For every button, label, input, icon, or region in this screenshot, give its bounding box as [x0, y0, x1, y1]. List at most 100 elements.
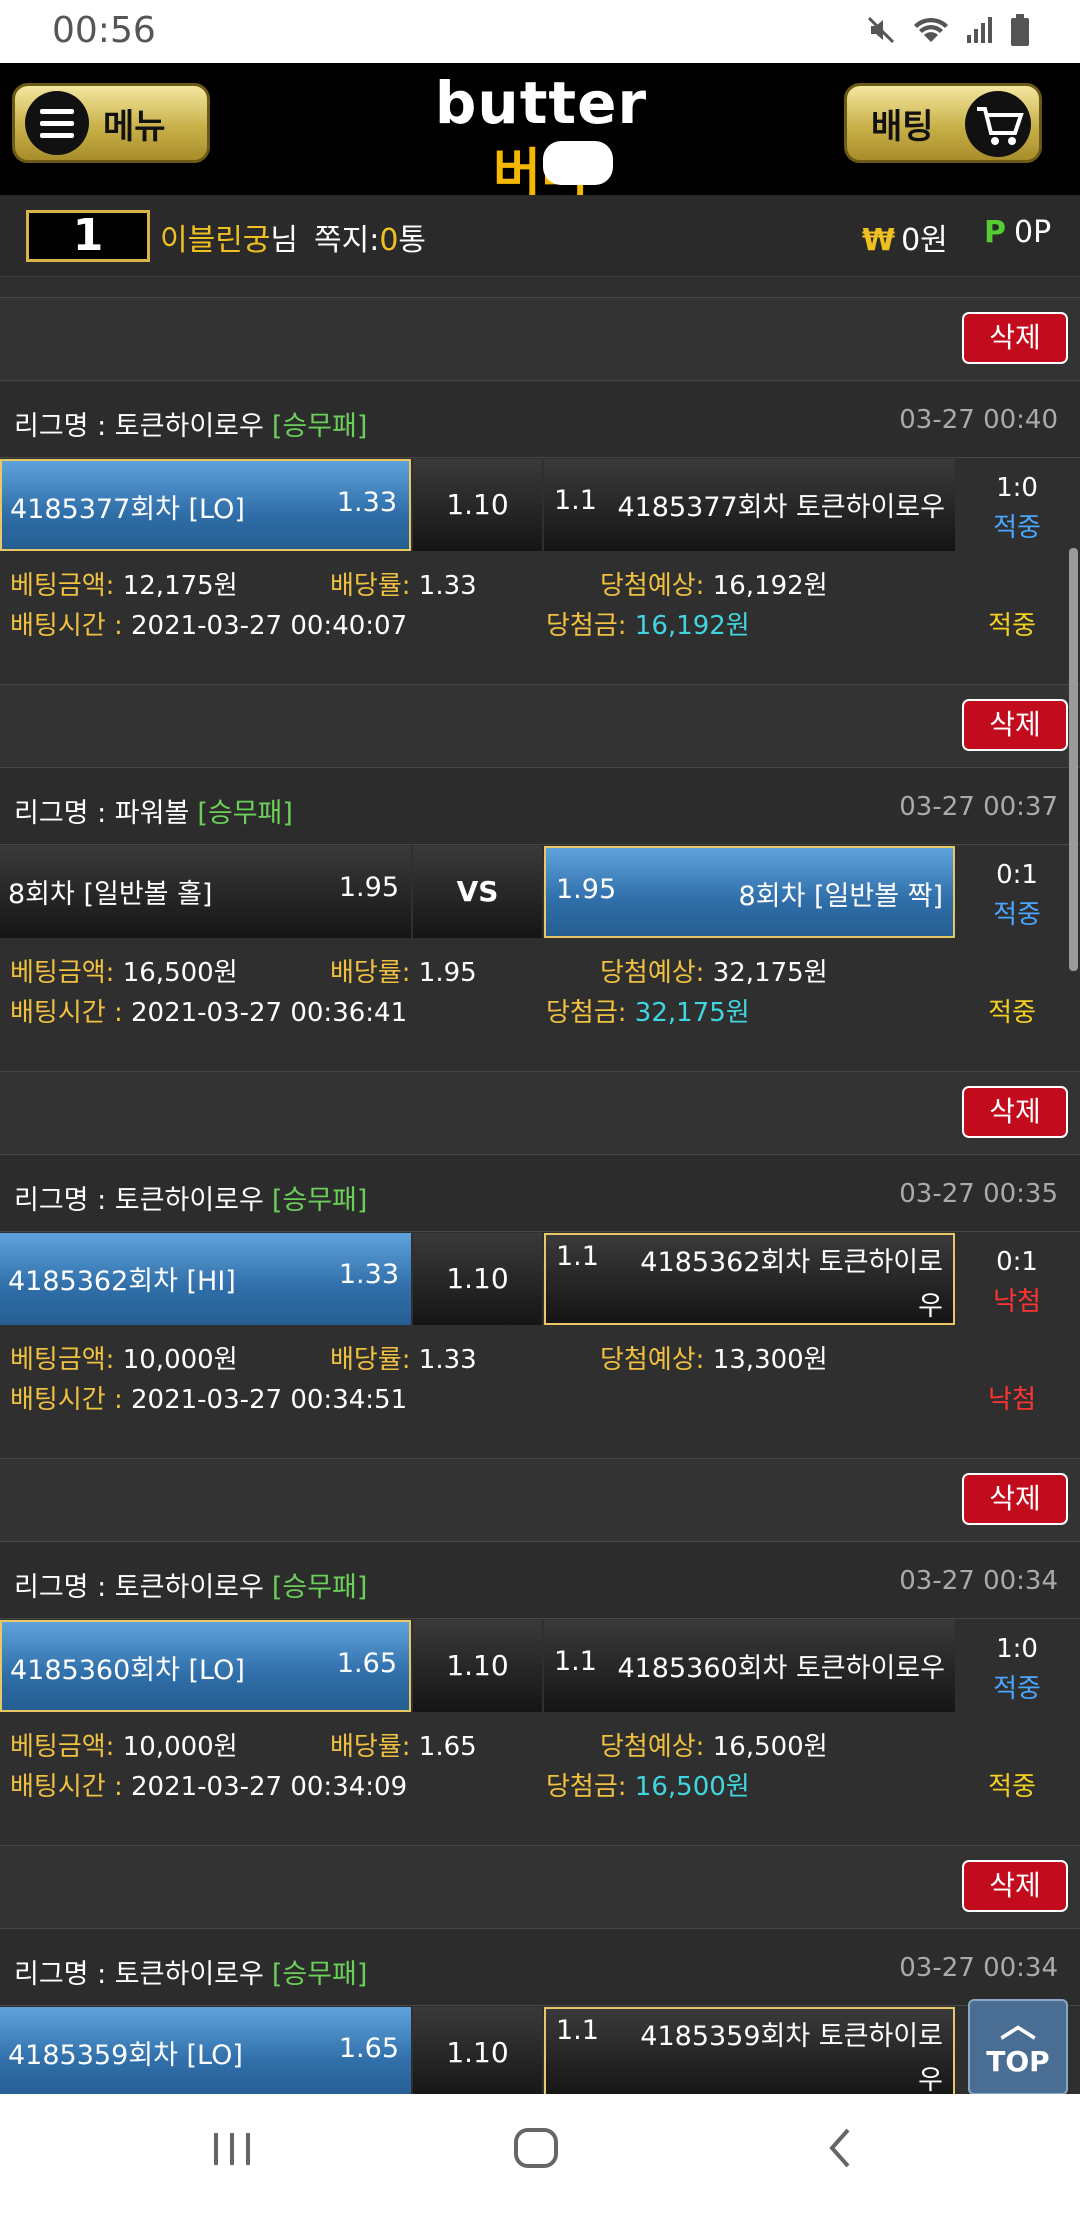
bet-info: 베팅금액: 10,000원 배당률: 1.33 당첨예상: 13,300원 배팅… [0, 1331, 1080, 1431]
league-row: 리그명 : 토큰하이로우 [승무패] 03-27 00:40 [0, 382, 1080, 458]
bet-entry: 삭제 리그명 : 파워볼 [승무패] 03-27 00:37 8회차 [일반볼 홀… [0, 664, 1080, 1051]
draw-option[interactable]: 1.10 [413, 1233, 542, 1325]
league-name: 리그명 : 토큰하이로우 [승무패] [14, 1952, 367, 1991]
match-row: 4185360회차 [LO] 1.65 1.10 1.1 4185360회차 토… [0, 1620, 1080, 1712]
bet-status: 적중 [988, 998, 1036, 1028]
bet-amount: 베팅금액: 16,500원 [10, 958, 238, 988]
result-text: 적중 [993, 513, 1041, 543]
league-datetime: 03-27 00:34 [899, 1566, 1058, 1596]
match-row: 4185377회차 [LO] 1.33 1.10 1.1 4185377회차 토… [0, 459, 1080, 551]
away-option[interactable]: 1.1 4185359회차 토큰하이로우 [544, 2007, 955, 2094]
away-option[interactable]: 1.1 4185360회차 토큰하이로우 [544, 1620, 955, 1712]
league-datetime: 03-27 00:34 [899, 1953, 1058, 1983]
draw-option[interactable]: 1.10 [413, 2007, 542, 2094]
money-value: 0원 [901, 223, 948, 258]
bet-entry: 삭제 리그명 : 토큰하이로우 [승무패] 03-27 00:34 4185359… [0, 1825, 1080, 2094]
bet-entry: 삭제 리그명 : 토큰하이로우 [승무패] 03-27 00:35 4185362… [0, 1051, 1080, 1438]
league-value: 토큰하이로우 [114, 411, 264, 442]
expected-win: 당첨예상: 13,300원 [600, 1345, 828, 1375]
status-time: 00:56 [52, 10, 156, 51]
bet-status: 적중 [988, 611, 1036, 641]
bet-info: 베팅금액: 16,500원 배당률: 1.95 당첨예상: 32,175원 배팅… [0, 944, 1080, 1044]
away-option[interactable]: 1.95 8회차 [일반볼 짝] [544, 846, 955, 938]
away-odds: 1.1 [556, 1241, 599, 1272]
home-option[interactable]: 4185360회차 [LO] 1.65 [0, 1620, 411, 1712]
away-odds: 1.1 [556, 2015, 599, 2046]
bet-odds: 배당률: 1.33 [330, 1345, 477, 1375]
bet-entry: 삭제 리그명 : 토큰하이로우 [승무패] 03-27 00:40 4185377… [0, 277, 1080, 664]
battery-icon [1010, 14, 1030, 50]
league-prefix: 리그명 : [14, 411, 115, 442]
level-badge: 1 [26, 210, 150, 262]
bet-time: 배팅시간 : 2021-03-27 00:40:07 [10, 611, 408, 641]
away-odds: 1.95 [556, 874, 617, 905]
menu-label: 메뉴 [103, 106, 166, 147]
away-name: 8회차 [일반볼 짝] [738, 881, 943, 912]
chevron-up-icon: ︿ [999, 2004, 1036, 2045]
home-odds: 1.65 [338, 2033, 399, 2064]
user-name[interactable]: 이블린궁님 [160, 215, 298, 259]
delete-button[interactable]: 삭제 [962, 312, 1068, 364]
draw-option[interactable]: 1.10 [413, 1620, 542, 1712]
league-prefix: 리그명 : [14, 798, 115, 829]
cart-icon [965, 91, 1031, 157]
home-name: 4185362회차 [HI] [8, 1266, 236, 1297]
home-option[interactable]: 4185377회차 [LO] 1.33 [0, 459, 411, 551]
point-icon: P [984, 215, 1006, 250]
scrollbar[interactable] [1069, 548, 1078, 971]
delete-row: 삭제 [0, 1071, 1080, 1155]
league-value: 토큰하이로우 [114, 1572, 264, 1603]
logo[interactable]: butter 버터 [425, 69, 657, 204]
bet-amount: 베팅금액: 10,000원 [10, 1345, 238, 1375]
away-name: 4185377회차 토큰하이로우 [617, 492, 945, 523]
league-prefix: 리그명 : [14, 1959, 115, 1990]
delete-button[interactable]: 삭제 [962, 1860, 1068, 1912]
status-bar: 00:56 [0, 0, 1080, 63]
win-amount: 당첨금: 32,175원 [546, 998, 750, 1028]
away-option[interactable]: 1.1 4185377회차 토큰하이로우 [544, 459, 955, 551]
app: 00:56 메뉴 butter 버터 배팅 1 이블린궁님 쪽지:0통 ₩ 0원… [0, 0, 1080, 2220]
home-icon[interactable] [512, 2124, 560, 2185]
bet-cart-button[interactable]: 배팅 [844, 83, 1042, 163]
away-odds: 1.1 [554, 485, 597, 516]
top-button[interactable]: ︿ TOP [968, 1999, 1068, 2095]
home-odds: 1.33 [338, 1259, 399, 1290]
away-option[interactable]: 1.1 4185362회차 토큰하이로우 [544, 1233, 955, 1325]
home-option[interactable]: 4185362회차 [HI] 1.33 [0, 1233, 411, 1325]
bet-amount: 베팅금액: 10,000원 [10, 1732, 238, 1762]
result-text: 적중 [993, 1674, 1041, 1704]
away-name: 4185360회차 토큰하이로우 [617, 1653, 945, 1684]
header: 메뉴 butter 버터 배팅 [0, 63, 1080, 204]
menu-button[interactable]: 메뉴 [12, 83, 210, 163]
delete-button[interactable]: 삭제 [962, 1473, 1068, 1525]
bet-entry: 삭제 리그명 : 토큰하이로우 [승무패] 03-27 00:34 4185360… [0, 1438, 1080, 1825]
won-icon: ₩ [862, 223, 896, 258]
status-icons [866, 14, 1030, 50]
match-row: 8회차 [일반볼 홀] 1.95 VS 1.95 8회차 [일반볼 짝] 0:1… [0, 846, 1080, 938]
bet-info: 베팅금액: 12,175원 배당률: 1.33 당첨예상: 16,192원 배팅… [0, 557, 1080, 657]
back-icon[interactable] [822, 2124, 858, 2185]
league-row: 리그명 : 토큰하이로우 [승무패] 03-27 00:35 [0, 1156, 1080, 1232]
bet-time: 배팅시간 : 2021-03-27 00:34:09 [10, 1772, 408, 1802]
bet-time: 배팅시간 : 2021-03-27 00:36:41 [10, 998, 408, 1028]
league-name: 리그명 : 파워볼 [승무패] [14, 791, 293, 830]
delete-row: 삭제 [0, 297, 1080, 381]
match-row: 4185362회차 [HI] 1.33 1.10 1.1 4185362회차 토… [0, 1233, 1080, 1325]
expected-win: 당첨예상: 16,192원 [600, 571, 828, 601]
delete-button[interactable]: 삭제 [962, 699, 1068, 751]
home-option[interactable]: 8회차 [일반볼 홀] 1.95 [0, 846, 411, 938]
home-option[interactable]: 4185359회차 [LO] 1.65 [0, 2007, 411, 2094]
money-balance: ₩0원 [862, 215, 948, 259]
message-link[interactable]: 쪽지:0통 [314, 215, 426, 259]
home-name: 4185377회차 [LO] [10, 494, 245, 525]
wifi-icon [912, 15, 950, 49]
score: 1:0 [996, 1634, 1038, 1664]
draw-option[interactable]: 1.10 [413, 459, 542, 551]
delete-button[interactable]: 삭제 [962, 1086, 1068, 1138]
recents-icon[interactable] [210, 2124, 254, 2184]
point-balance: P 0P [984, 215, 1051, 250]
bet-label: 배팅 [871, 106, 934, 147]
league-prefix: 리그명 : [14, 1185, 115, 1216]
score: 1:0 [996, 473, 1038, 503]
logo-ko: 버터 [493, 144, 589, 204]
